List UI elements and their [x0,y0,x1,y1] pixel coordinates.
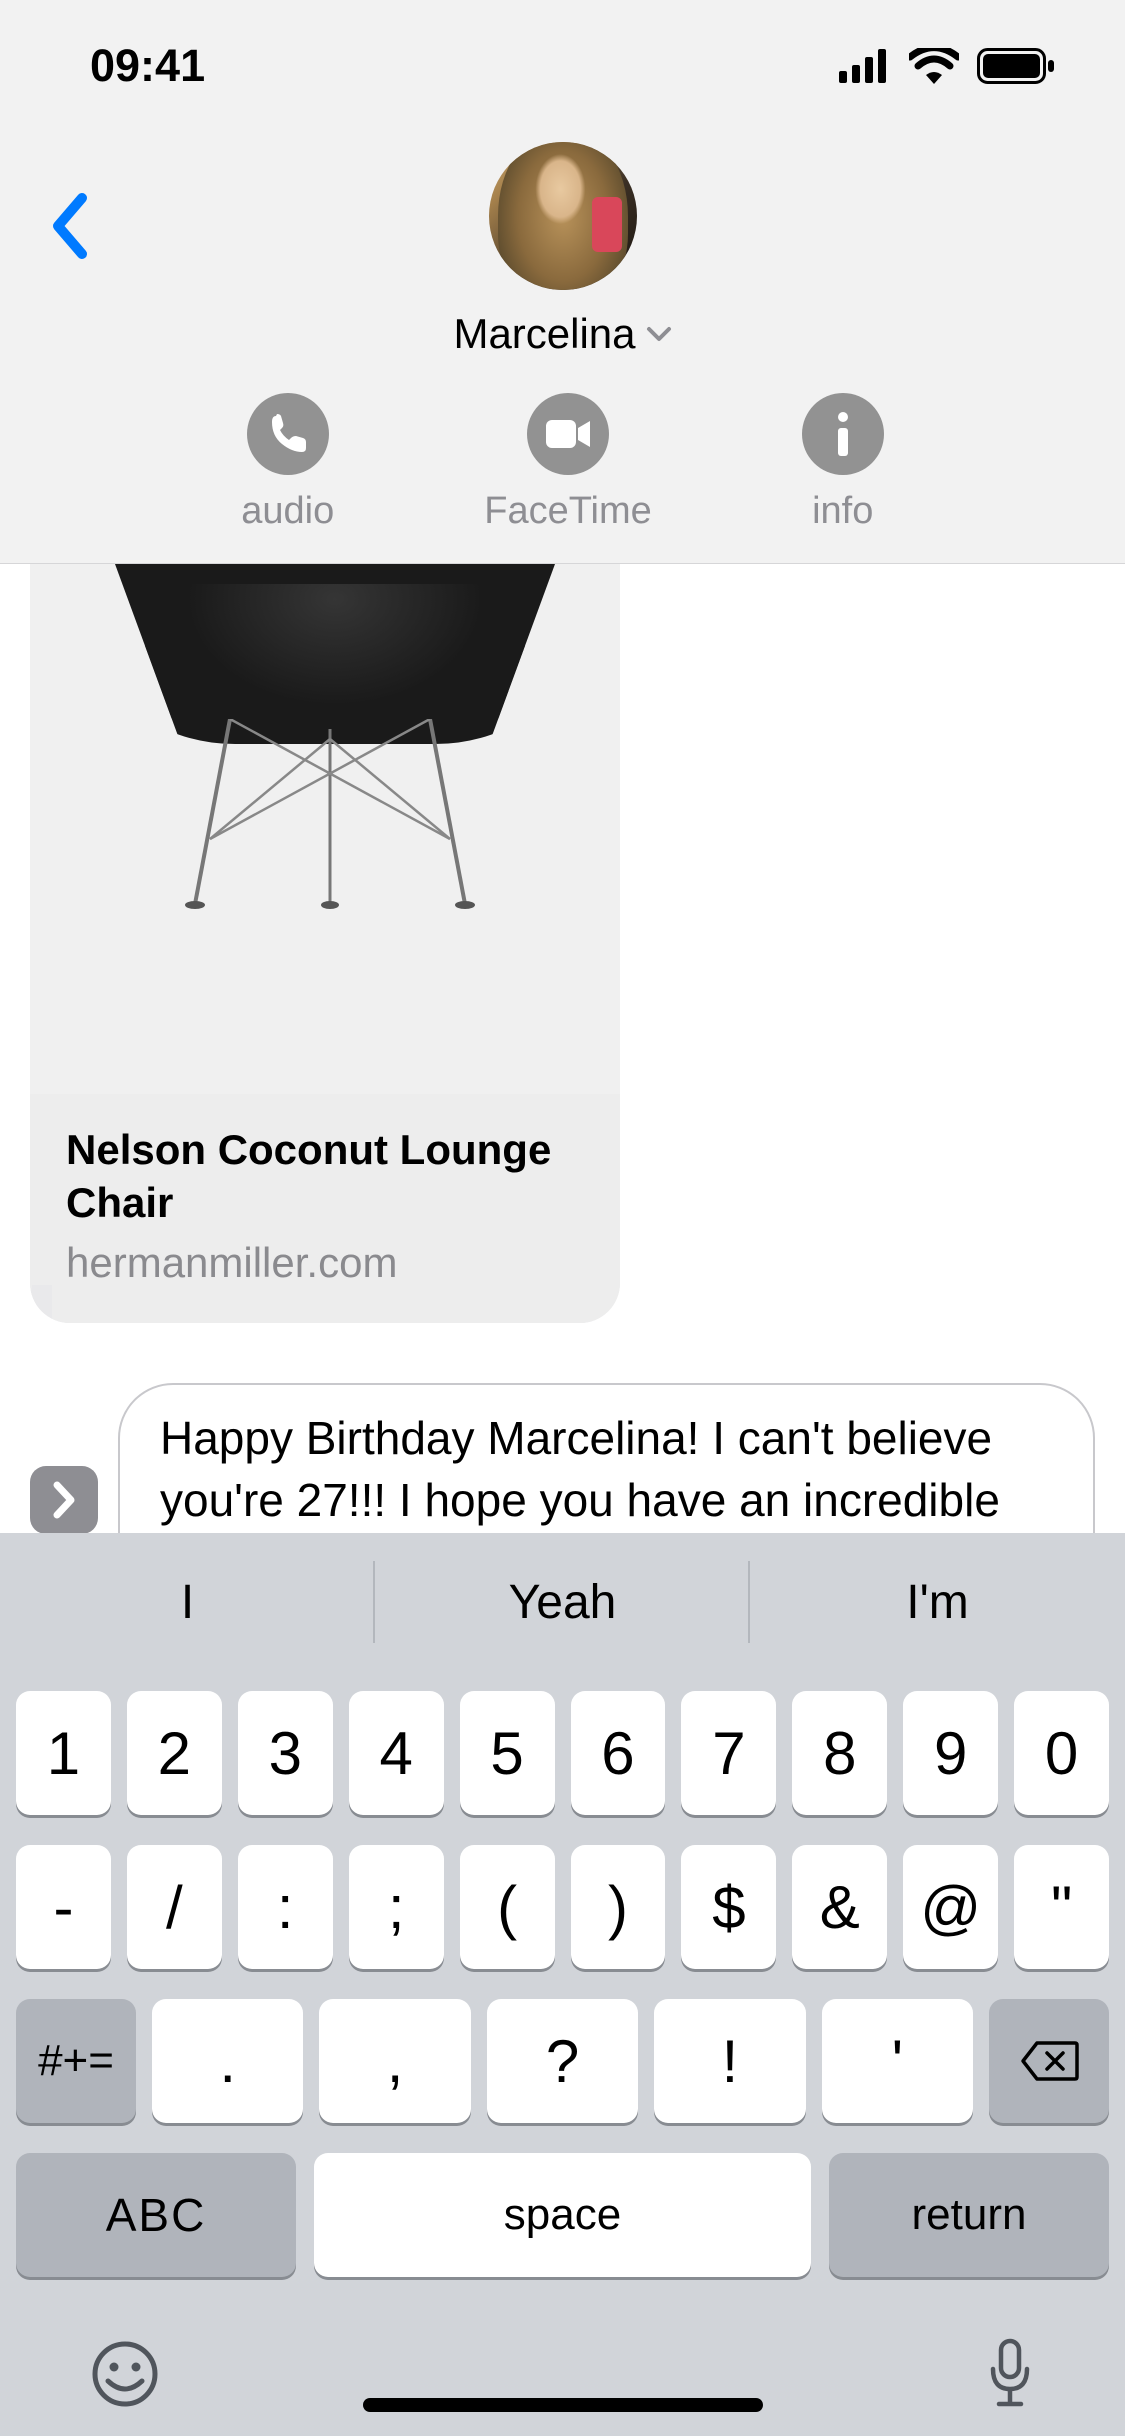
facetime-button[interactable]: FaceTime [484,393,652,533]
key-slash[interactable]: / [127,1845,222,1969]
key-3[interactable]: 3 [238,1691,333,1815]
delete-icon [1019,2039,1079,2083]
cellular-icon [839,49,891,83]
prediction-3[interactable]: I'm [750,1533,1125,1671]
key-4[interactable]: 4 [349,1691,444,1815]
phone-icon [247,393,329,475]
facetime-label: FaceTime [484,490,652,533]
key-lparen[interactable]: ( [460,1845,555,1969]
link-title: Nelson Coconut Lounge Chair [66,1124,584,1229]
link-preview-image [30,564,620,1094]
audio-call-button[interactable]: audio [241,393,334,533]
back-button[interactable] [50,192,88,265]
info-label: info [812,490,873,533]
key-9[interactable]: 9 [903,1691,998,1815]
key-question[interactable]: ? [487,1999,638,2123]
keyboard: I Yeah I'm 1 2 3 4 5 6 7 8 9 0 - / : ; (… [0,1533,1125,2436]
key-row-1: 1 2 3 4 5 6 7 8 9 0 [16,1691,1109,1815]
status-bar: 09:41 [0,0,1125,132]
info-icon [802,393,884,475]
contact-avatar[interactable] [489,142,637,290]
info-button[interactable]: info [802,393,884,533]
key-6[interactable]: 6 [571,1691,666,1815]
key-5[interactable]: 5 [460,1691,555,1815]
audio-label: audio [241,490,334,533]
key-comma[interactable]: , [319,1999,470,2123]
key-8[interactable]: 8 [792,1691,887,1815]
link-preview-meta: Nelson Coconut Lounge Chair hermanmiller… [30,1094,620,1323]
expand-apps-button[interactable] [30,1466,98,1534]
battery-icon [977,48,1055,84]
microphone-icon [985,2337,1035,2411]
key-rparen[interactable]: ) [571,1845,666,1969]
home-indicator[interactable] [363,2398,763,2412]
emoji-button[interactable] [90,2339,160,2414]
emoji-icon [90,2339,160,2409]
conversation-header: Marcelina audio FaceTime info [0,132,1125,564]
key-row-3: #+= . , ? ! ' [16,1999,1109,2123]
key-colon[interactable]: : [238,1845,333,1969]
key-space[interactable]: space [314,2153,811,2277]
key-return[interactable]: return [829,2153,1109,2277]
contact-name-label: Marcelina [453,310,635,358]
key-row-2: - / : ; ( ) $ & @ " [16,1845,1109,1969]
link-domain: hermanmiller.com [66,1239,584,1287]
key-1[interactable]: 1 [16,1691,111,1815]
chevron-down-icon [646,326,672,342]
prediction-2[interactable]: Yeah [375,1533,750,1671]
key-exclaim[interactable]: ! [654,1999,805,2123]
status-time: 09:41 [90,40,205,92]
key-row-bottom: ABC space return [0,2153,1125,2307]
video-icon [527,393,609,475]
key-2[interactable]: 2 [127,1691,222,1815]
link-preview-bubble[interactable]: Nelson Coconut Lounge Chair hermanmiller… [30,564,620,1323]
key-abc[interactable]: ABC [16,2153,296,2277]
wifi-icon [909,48,959,84]
contact-name-button[interactable]: Marcelina [453,310,671,358]
keyboard-toolbar [0,2307,1125,2436]
key-quote[interactable]: " [1014,1845,1109,1969]
key-amp[interactable]: & [792,1845,887,1969]
key-delete[interactable] [989,1999,1109,2123]
key-0[interactable]: 0 [1014,1691,1109,1815]
key-dollar[interactable]: $ [681,1845,776,1969]
key-apostrophe[interactable]: ' [822,1999,973,2123]
key-period[interactable]: . [152,1999,303,2123]
key-dash[interactable]: - [16,1845,111,1969]
key-at[interactable]: @ [903,1845,998,1969]
header-actions: audio FaceTime info [0,393,1125,533]
key-7[interactable]: 7 [681,1691,776,1815]
chevron-right-icon [51,1480,77,1520]
prediction-bar: I Yeah I'm [0,1533,1125,1671]
dictation-button[interactable] [985,2337,1035,2416]
conversation-area[interactable]: Nelson Coconut Lounge Chair hermanmiller… [0,564,1125,1323]
key-semicolon[interactable]: ; [349,1845,444,1969]
prediction-1[interactable]: I [0,1533,375,1671]
key-symbols[interactable]: #+= [16,1999,136,2123]
status-icons [839,48,1055,84]
